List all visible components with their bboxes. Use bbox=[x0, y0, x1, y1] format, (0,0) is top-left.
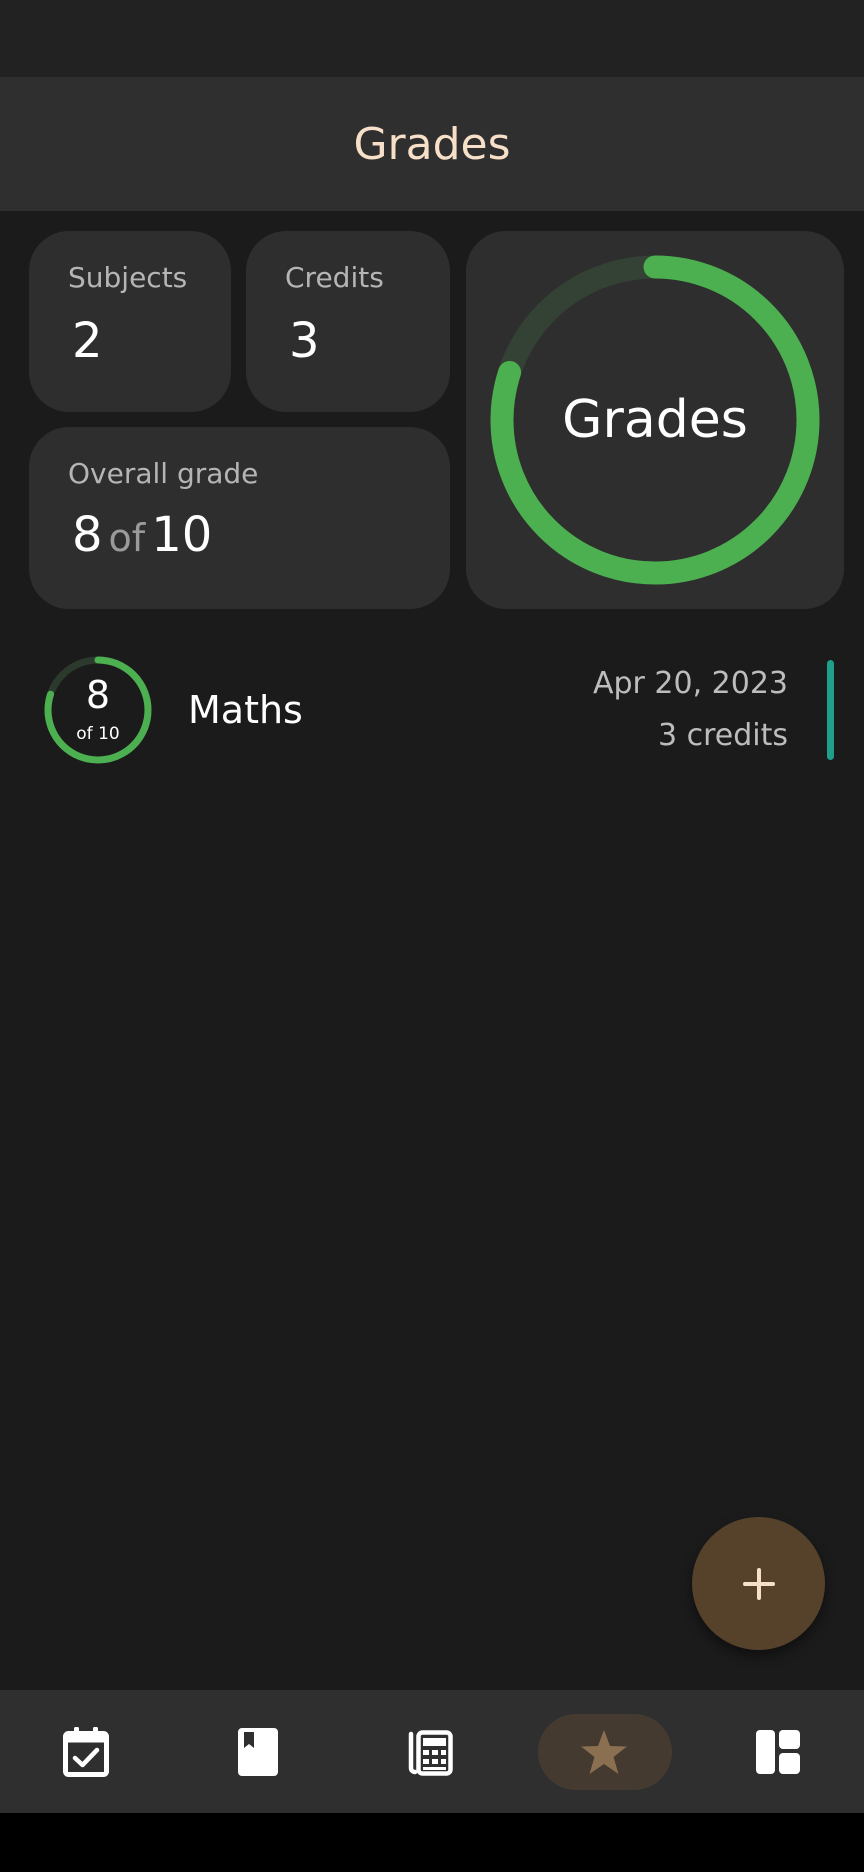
subject-name: Maths bbox=[188, 688, 303, 732]
calendar-check-icon bbox=[63, 1726, 109, 1777]
overall-grade-label: Overall grade bbox=[68, 457, 259, 490]
system-navigation-bar bbox=[0, 1813, 864, 1872]
dashboard-icon bbox=[756, 1729, 800, 1774]
grade-list-item[interactable]: 8 of 10 Maths Apr 20, 2023 3 credits bbox=[0, 640, 864, 780]
nav-item-subjects[interactable] bbox=[172, 1690, 344, 1813]
add-grade-button[interactable] bbox=[692, 1517, 825, 1650]
nav-item-calendar[interactable] bbox=[0, 1690, 172, 1813]
bottom-navigation bbox=[0, 1690, 864, 1813]
grades-summary-label: Grades bbox=[562, 390, 748, 450]
overall-grade-value: 8 of 10 bbox=[72, 507, 212, 563]
overall-grade-max: 10 bbox=[151, 507, 213, 563]
credits-label: Credits bbox=[285, 261, 384, 294]
star-icon bbox=[581, 1729, 627, 1774]
app-bar: Grades bbox=[0, 77, 864, 211]
overall-grade-of: of bbox=[108, 516, 146, 560]
nav-item-grades[interactable] bbox=[518, 1690, 690, 1813]
status-bar bbox=[0, 0, 864, 77]
grade-date: Apr 20, 2023 bbox=[592, 666, 788, 701]
subject-color-bar bbox=[827, 660, 834, 760]
overall-grade-number: 8 bbox=[72, 507, 103, 563]
subjects-value: 2 bbox=[72, 313, 103, 369]
subjects-label: Subjects bbox=[68, 261, 188, 294]
credits-value: 3 bbox=[289, 313, 320, 369]
credits-card: Credits 3 bbox=[246, 231, 450, 412]
grades-summary-card[interactable]: Grades bbox=[466, 231, 844, 609]
page-title: Grades bbox=[353, 118, 511, 170]
grade-credits: 3 credits bbox=[657, 718, 788, 753]
grade-of-max: of 10 bbox=[76, 724, 120, 744]
overall-grade-card: Overall grade 8 of 10 bbox=[29, 427, 450, 609]
calculator-icon bbox=[408, 1729, 453, 1776]
plus-icon bbox=[742, 1567, 775, 1600]
book-icon bbox=[238, 1727, 278, 1776]
nav-item-dashboard[interactable] bbox=[692, 1690, 864, 1813]
grade-value: 8 bbox=[85, 673, 111, 717]
nav-item-calculator[interactable] bbox=[344, 1690, 516, 1813]
subjects-card: Subjects 2 bbox=[29, 231, 231, 412]
